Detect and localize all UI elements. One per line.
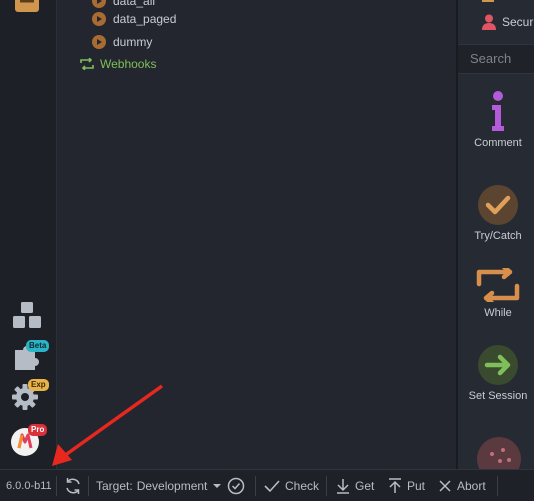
put-label: Put — [407, 478, 426, 493]
separator — [326, 476, 327, 496]
refresh-button[interactable] — [63, 470, 83, 501]
separator — [497, 476, 498, 496]
target-value: Development — [136, 478, 208, 493]
check-button[interactable]: Check — [264, 470, 319, 501]
download-icon — [337, 478, 349, 494]
abort-label: Abort — [457, 478, 486, 493]
check-circle-icon — [227, 477, 245, 494]
version-label: 6.0.0-b11 — [6, 479, 52, 492]
get-button[interactable]: Get — [336, 470, 374, 501]
check-icon — [264, 479, 280, 492]
close-icon — [439, 479, 451, 492]
chevron-down-icon — [213, 483, 222, 488]
separator — [88, 476, 89, 496]
target-label: Target: — [96, 478, 133, 493]
status-bar: 6.0.0-b11 Target: Development Check Get — [0, 469, 534, 501]
validate-button[interactable] — [226, 470, 246, 501]
check-label: Check — [285, 478, 320, 493]
upload-icon — [389, 477, 401, 493]
put-button[interactable]: Put — [388, 470, 425, 501]
separator — [56, 476, 57, 496]
target-dropdown[interactable]: Target: Development — [96, 470, 222, 501]
separator — [255, 476, 256, 496]
refresh-icon — [66, 477, 80, 494]
annotation-arrow — [52, 384, 164, 466]
get-label: Get — [355, 478, 375, 493]
abort-button[interactable]: Abort — [438, 470, 486, 501]
